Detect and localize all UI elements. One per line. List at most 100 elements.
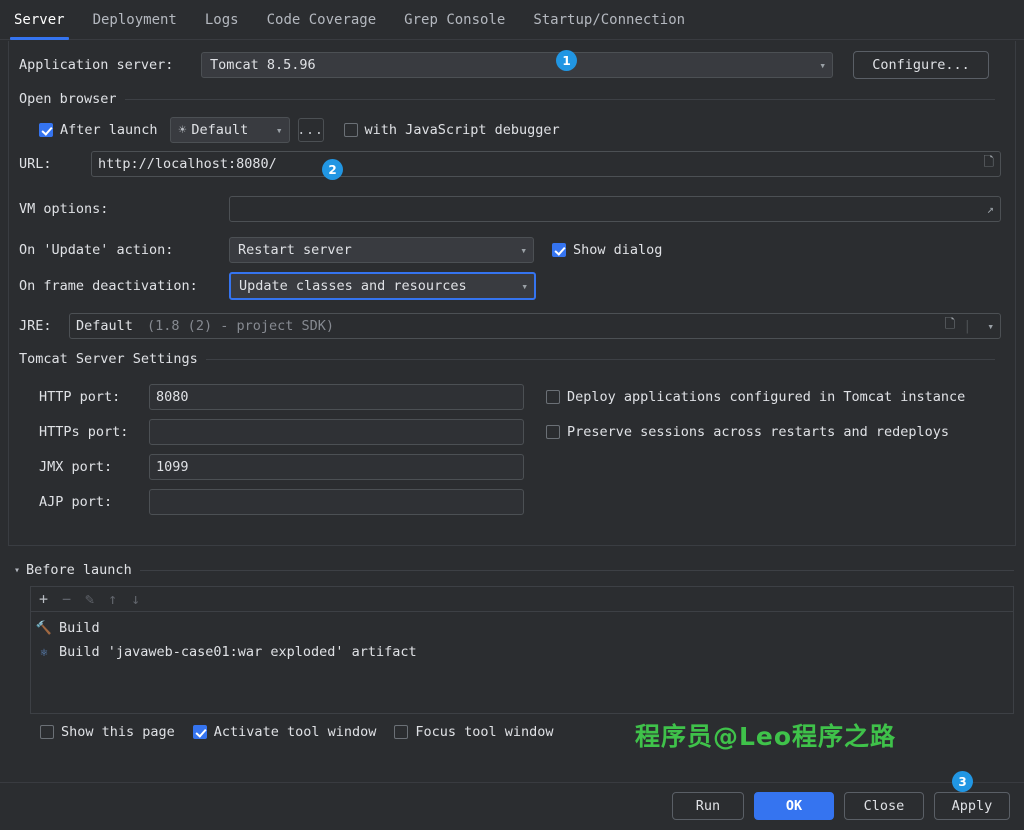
- application-server-combo[interactable]: Tomcat 8.5.96 ▾: [201, 52, 833, 78]
- open-browser-section-header: Open browser: [19, 91, 1007, 107]
- browse-browser-button[interactable]: ...: [298, 118, 324, 142]
- file-icon[interactable]: 🗋: [945, 315, 955, 337]
- deploy-apps-checkbox[interactable]: Deploy applications configured in Tomcat…: [546, 389, 965, 405]
- jmx-port-input[interactable]: 1099: [149, 454, 524, 480]
- show-dialog-checkbox[interactable]: Show dialog: [552, 242, 662, 258]
- activate-tool-window-checkbox[interactable]: Activate tool window: [193, 724, 377, 740]
- jmx-port-value: 1099: [156, 459, 189, 475]
- tab-startup-connection[interactable]: Startup/Connection: [519, 0, 699, 40]
- tab-code-coverage[interactable]: Code Coverage: [253, 0, 391, 40]
- focus-tool-window-checkbox[interactable]: Focus tool window: [394, 724, 553, 740]
- tab-logs[interactable]: Logs: [191, 0, 253, 40]
- url-row: URL: http://localhost:8080/ 🗋: [19, 151, 1007, 177]
- activate-tool-window-label: Activate tool window: [214, 724, 377, 740]
- before-launch-toolbar: + − ✎ ↑ ↓: [31, 587, 1013, 612]
- chevron-down-icon: ▾: [521, 280, 528, 293]
- update-action-combo[interactable]: Restart server ▾: [229, 237, 534, 263]
- https-port-input[interactable]: [149, 419, 524, 445]
- bottom-options-row: Show this page Activate tool window Focu…: [40, 724, 554, 740]
- ellipsis-label: ...: [297, 123, 323, 138]
- ajp-port-input[interactable]: [149, 489, 524, 515]
- jre-value: Default: [76, 318, 133, 334]
- move-down-icon: ↓: [131, 592, 140, 607]
- jre-row: JRE: Default (1.8 (2) - project SDK) 🗋 |…: [19, 313, 1007, 339]
- before-launch-item-label: Build 'javaweb-case01:war exploded' arti…: [59, 644, 417, 660]
- http-port-input[interactable]: 8080: [149, 384, 524, 410]
- section-divider: [125, 99, 995, 100]
- list-item[interactable]: ⚛ Build 'javaweb-case01:war exploded' ar…: [31, 640, 1013, 664]
- show-this-page-label: Show this page: [61, 724, 175, 740]
- apply-button[interactable]: Apply: [934, 792, 1010, 820]
- jmx-port-row: JMX port: 1099: [39, 454, 524, 480]
- frame-deactivation-combo[interactable]: Update classes and resources ▾: [229, 272, 536, 300]
- jre-input[interactable]: Default (1.8 (2) - project SDK) 🗋 | ▾: [69, 313, 1001, 339]
- tab-grep-console[interactable]: Grep Console: [390, 0, 519, 40]
- frame-deactivation-value: Update classes and resources: [239, 278, 467, 294]
- checkbox-box: [344, 123, 358, 137]
- chevron-down-icon: ▾: [276, 124, 283, 137]
- tab-label: Grep Console: [404, 12, 505, 28]
- run-label: Run: [696, 798, 720, 814]
- ok-button[interactable]: OK: [754, 792, 834, 820]
- before-launch-item-label: Build: [59, 620, 100, 636]
- jre-label: JRE:: [19, 318, 69, 334]
- vm-options-row: VM options: ↗: [19, 196, 1007, 222]
- vm-options-input[interactable]: ↗: [229, 196, 1001, 222]
- url-input[interactable]: http://localhost:8080/ 🗋: [91, 151, 1001, 177]
- list-item[interactable]: 🔨 Build: [31, 616, 1013, 640]
- chevron-down-icon: ▾: [819, 59, 826, 72]
- ajp-port-row: AJP port:: [39, 489, 524, 515]
- update-action-label: On 'Update' action:: [19, 242, 229, 258]
- js-debugger-label: with JavaScript debugger: [365, 122, 560, 138]
- browser-select[interactable]: ☀ Default ▾: [170, 117, 290, 143]
- js-debugger-checkbox[interactable]: with JavaScript debugger: [344, 122, 560, 138]
- before-launch-title: Before launch: [26, 562, 140, 578]
- vm-options-label: VM options:: [19, 201, 229, 217]
- show-this-page-checkbox[interactable]: Show this page: [40, 724, 175, 740]
- checkbox-box: [39, 123, 53, 137]
- run-button[interactable]: Run: [672, 792, 744, 820]
- application-server-label: Application server:: [19, 57, 201, 73]
- tab-label: Server: [14, 12, 65, 28]
- annotation-badge-1: 1: [556, 50, 577, 71]
- browser-value: Default: [191, 122, 248, 138]
- remove-icon: −: [62, 592, 71, 607]
- checkbox-box: [546, 425, 560, 439]
- focus-tool-window-label: Focus tool window: [415, 724, 553, 740]
- dialog-footer: Run OK Close Apply: [0, 782, 1024, 830]
- tomcat-settings-section-header: Tomcat Server Settings: [19, 351, 1007, 367]
- file-icon[interactable]: 🗋: [984, 153, 994, 175]
- http-port-value: 8080: [156, 389, 189, 405]
- tab-label: Startup/Connection: [533, 12, 685, 28]
- checkbox-box: [40, 725, 54, 739]
- tab-deployment[interactable]: Deployment: [79, 0, 191, 40]
- url-label: URL:: [19, 156, 91, 172]
- artifact-icon: ⚛: [35, 645, 53, 659]
- configure-label: Configure...: [872, 57, 970, 73]
- after-launch-checkbox[interactable]: After launch: [39, 122, 158, 138]
- checkbox-box: [193, 725, 207, 739]
- jre-value-hint: (1.8 (2) - project SDK): [147, 318, 334, 334]
- chevron-down-icon[interactable]: ▾: [987, 320, 994, 333]
- after-launch-label: After launch: [60, 122, 158, 138]
- configure-button[interactable]: Configure...: [853, 51, 989, 79]
- chevron-down-icon[interactable]: ▾: [14, 565, 20, 576]
- preserve-sessions-checkbox[interactable]: Preserve sessions across restarts and re…: [546, 424, 949, 440]
- footer-buttons: Run OK Close Apply: [672, 792, 1010, 820]
- tab-server[interactable]: Server: [0, 0, 79, 40]
- update-action-value: Restart server: [238, 242, 352, 258]
- add-icon[interactable]: +: [39, 592, 48, 607]
- tab-label: Logs: [205, 12, 239, 28]
- application-server-row: Application server: Tomcat 8.5.96 ▾ Conf…: [19, 51, 1007, 79]
- close-label: Close: [864, 798, 905, 814]
- checkbox-box: [546, 390, 560, 404]
- https-port-label: HTTPs port:: [39, 424, 149, 440]
- close-button[interactable]: Close: [844, 792, 924, 820]
- frame-deactivation-row: On frame deactivation: Update classes an…: [19, 272, 1007, 300]
- run-configuration-dialog: Server Deployment Logs Code Coverage Gre…: [0, 0, 1024, 830]
- expand-icon[interactable]: ↗: [987, 202, 994, 216]
- chevron-down-icon: ▾: [520, 244, 527, 257]
- section-divider: [140, 570, 1014, 571]
- update-action-row: On 'Update' action: Restart server ▾ Sho…: [19, 237, 1007, 263]
- before-launch-section-header[interactable]: ▾ Before launch: [14, 562, 1014, 578]
